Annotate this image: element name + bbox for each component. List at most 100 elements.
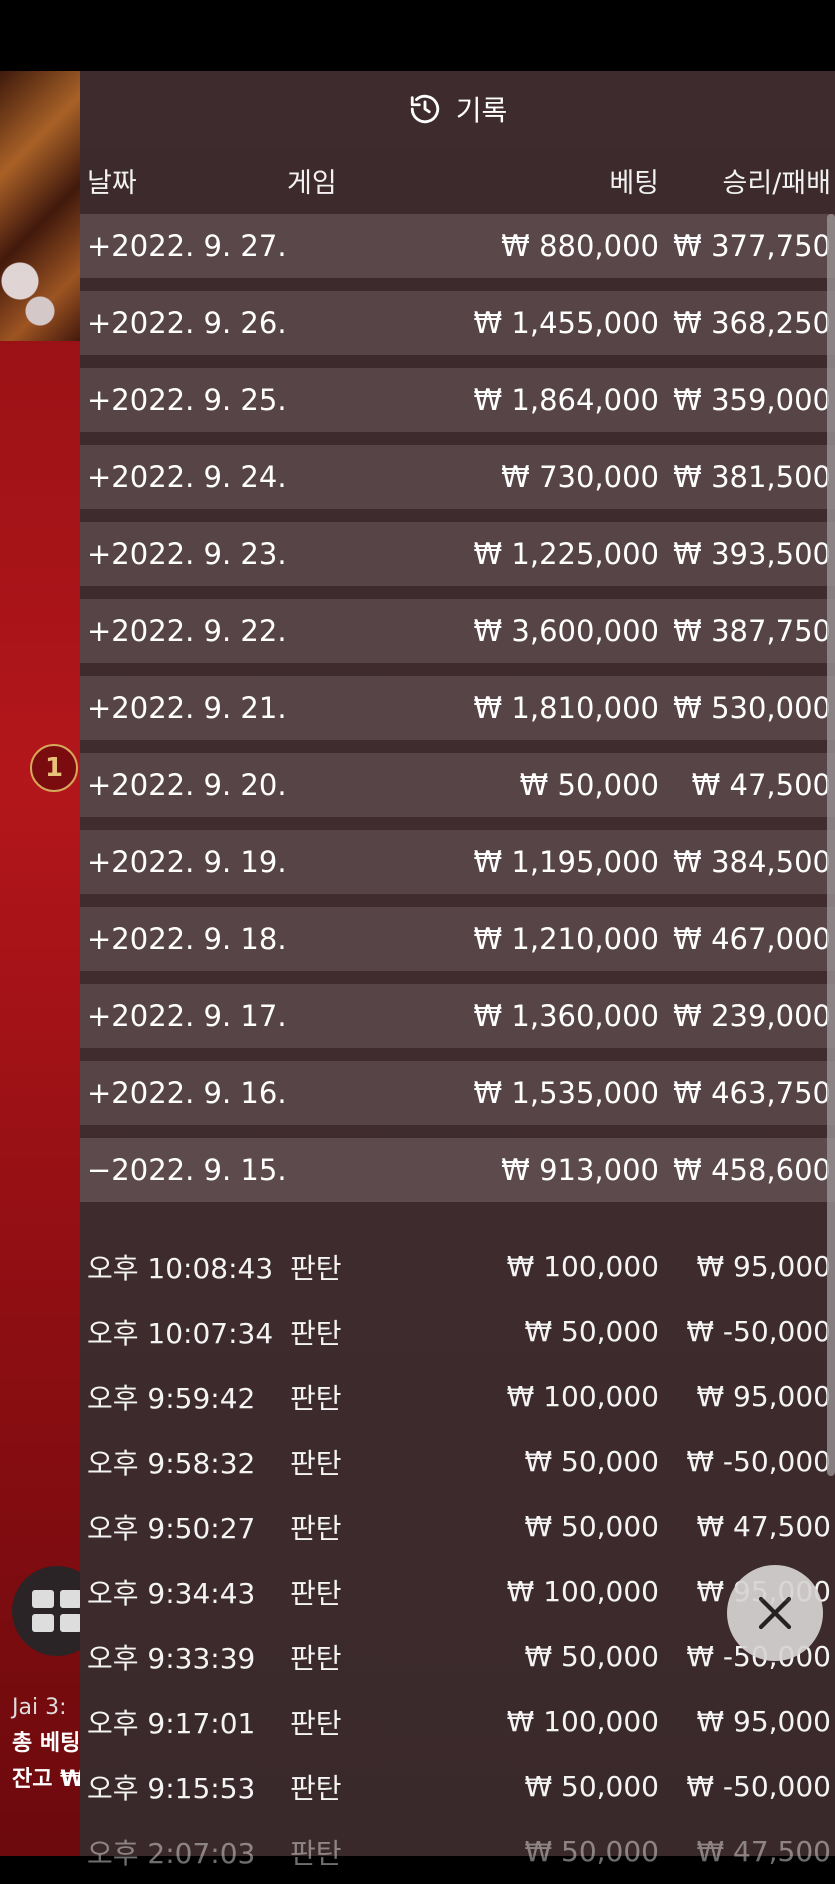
transaction-bet: ₩ 100,000 [506, 1380, 659, 1413]
transaction-win: ₩ 47,500 [696, 1510, 831, 1543]
transaction-bet: ₩ 100,000 [506, 1250, 659, 1283]
day-row[interactable]: +2022. 9. 16. ₩ 1,535,000 ₩ 463,750 [80, 1061, 835, 1125]
day-win: ₩ 384,500 [673, 845, 831, 879]
transaction-game: 판탄 [290, 1511, 342, 1545]
balance-label: 잔고 ₩ [12, 1767, 85, 1792]
day-row[interactable]: +2022. 9. 23. ₩ 1,225,000 ₩ 393,500 [80, 522, 835, 586]
day-bet: ₩ 50,000 [519, 768, 659, 802]
day-bet: ₩ 1,210,000 [473, 922, 659, 956]
day-date: +2022. 9. 17. [87, 999, 287, 1033]
transaction-row[interactable]: 오후 9:58:32 판탄 ₩ 50,000 ₩ -50,000 [80, 1429, 835, 1494]
day-win: ₩ 359,000 [673, 383, 831, 417]
panel-title: 기록 [455, 94, 508, 127]
transaction-time: 오후 9:17:01 [87, 1706, 256, 1740]
transaction-time: 오후 9:15:53 [87, 1771, 256, 1805]
day-row[interactable]: +2022. 9. 20. ₩ 50,000 ₩ 47,500 [80, 753, 835, 817]
day-row[interactable]: +2022. 9. 25. ₩ 1,864,000 ₩ 359,000 [80, 368, 835, 432]
day-row[interactable]: +2022. 9. 27. ₩ 880,000 ₩ 377,750 [80, 214, 835, 278]
transaction-row[interactable]: 오후 2:07:03 판탄 ₩ 50,000 ₩ 47,500 [80, 1819, 835, 1884]
transaction-win: ₩ 95,000 [696, 1250, 831, 1283]
day-date: +2022. 9. 22. [87, 614, 287, 648]
day-row[interactable]: +2022. 9. 19. ₩ 1,195,000 ₩ 384,500 [80, 830, 835, 894]
transaction-game: 판탄 [290, 1836, 342, 1870]
day-date: +2022. 9. 16. [87, 1076, 287, 1110]
day-win: ₩ 467,000 [673, 922, 831, 956]
day-bet: ₩ 3,600,000 [473, 614, 659, 648]
close-button[interactable] [727, 1565, 823, 1661]
transaction-game: 판탄 [290, 1641, 342, 1675]
day-win: ₩ 47,500 [691, 768, 831, 802]
panel-header: 기록 [80, 71, 835, 147]
day-win: ₩ 387,750 [673, 614, 831, 648]
transaction-game: 판탄 [290, 1706, 342, 1740]
transaction-game: 판탄 [290, 1316, 342, 1350]
transaction-win: ₩ -50,000 [686, 1445, 831, 1478]
day-bet: ₩ 913,000 [501, 1153, 659, 1187]
day-date: −2022. 9. 15. [87, 1153, 287, 1187]
day-win: ₩ 393,500 [673, 537, 831, 571]
transaction-row[interactable]: 오후 9:34:43 판탄 ₩ 100,000 ₩ 95,000 [80, 1559, 835, 1624]
transaction-win: ₩ -50,000 [686, 1315, 831, 1348]
game-info-text: Jai 3: [12, 1695, 67, 1720]
transaction-row[interactable]: 오후 9:59:42 판탄 ₩ 100,000 ₩ 95,000 [80, 1364, 835, 1429]
day-row[interactable]: +2022. 9. 26. ₩ 1,455,000 ₩ 368,250 [80, 291, 835, 355]
day-win: ₩ 381,500 [673, 460, 831, 494]
transaction-row[interactable]: 오후 10:07:34 판탄 ₩ 50,000 ₩ -50,000 [80, 1299, 835, 1364]
column-header-bet: 베팅 [609, 168, 659, 199]
column-header-date: 날짜 [87, 168, 137, 199]
day-win: ₩ 239,000 [673, 999, 831, 1033]
transaction-row[interactable]: 오후 9:50:27 판탄 ₩ 50,000 ₩ 47,500 [80, 1494, 835, 1559]
transaction-time: 오후 9:58:32 [87, 1446, 256, 1480]
transaction-game: 판탄 [290, 1381, 342, 1415]
transaction-row[interactable]: 오후 9:17:01 판탄 ₩ 100,000 ₩ 95,000 [80, 1689, 835, 1754]
transaction-time: 오후 9:33:39 [87, 1641, 256, 1675]
day-row[interactable]: +2022. 9. 17. ₩ 1,360,000 ₩ 239,000 [80, 984, 835, 1048]
day-row[interactable]: +2022. 9. 24. ₩ 730,000 ₩ 381,500 [80, 445, 835, 509]
day-date: +2022. 9. 19. [87, 845, 287, 879]
history-clock-icon [410, 94, 439, 124]
day-bet: ₩ 1,864,000 [473, 383, 659, 417]
day-row[interactable]: +2022. 9. 22. ₩ 3,600,000 ₩ 387,750 [80, 599, 835, 663]
transaction-game: 판탄 [290, 1771, 342, 1805]
day-win: ₩ 377,750 [673, 229, 831, 263]
day-bet: ₩ 1,360,000 [473, 999, 659, 1033]
transaction-bet: ₩ 100,000 [506, 1705, 659, 1738]
transaction-bet: ₩ 50,000 [524, 1445, 659, 1478]
day-bet: ₩ 1,810,000 [473, 691, 659, 725]
transaction-row[interactable]: 오후 9:15:53 판탄 ₩ 50,000 ₩ -50,000 [80, 1754, 835, 1819]
transaction-win: ₩ 47,500 [696, 1835, 831, 1868]
day-date: +2022. 9. 27. [87, 229, 287, 263]
transaction-bet: ₩ 50,000 [524, 1640, 659, 1673]
day-win: ₩ 463,750 [673, 1076, 831, 1110]
transaction-bet: ₩ 100,000 [506, 1575, 659, 1608]
transaction-time: 오후 9:34:43 [87, 1576, 256, 1610]
day-bet: ₩ 730,000 [501, 460, 659, 494]
close-icon [758, 1596, 792, 1630]
grid-icon [32, 1590, 82, 1632]
scrollbar[interactable] [827, 214, 835, 1476]
transaction-win: ₩ 95,000 [696, 1705, 831, 1738]
day-date: +2022. 9. 26. [87, 306, 287, 340]
transaction-row[interactable]: 오후 9:33:39 판탄 ₩ 50,000 ₩ -50,000 [80, 1624, 835, 1689]
transaction-win: ₩ 95,000 [696, 1380, 831, 1413]
transaction-time: 오후 10:07:34 [87, 1316, 274, 1350]
day-row[interactable]: +2022. 9. 18. ₩ 1,210,000 ₩ 467,000 [80, 907, 835, 971]
day-win: ₩ 458,600 [673, 1153, 831, 1187]
transaction-bet: ₩ 50,000 [524, 1510, 659, 1543]
transaction-game: 판탄 [290, 1576, 342, 1610]
transaction-game: 판탄 [290, 1446, 342, 1480]
day-bet: ₩ 1,195,000 [473, 845, 659, 879]
day-date: +2022. 9. 20. [87, 768, 287, 802]
history-panel: 기록 날짜 게임 베팅 승리/패배 +2022. 9. 27. ₩ 880,00… [80, 71, 835, 1870]
transaction-game: 판탄 [290, 1251, 342, 1285]
total-bet-label: 총 베팅 [12, 1731, 81, 1756]
day-row-expanded[interactable]: −2022. 9. 15. ₩ 913,000 ₩ 458,600 [80, 1138, 835, 1202]
day-date: +2022. 9. 23. [87, 537, 287, 571]
day-row[interactable]: +2022. 9. 21. ₩ 1,810,000 ₩ 530,000 [80, 676, 835, 740]
day-win: ₩ 368,250 [673, 306, 831, 340]
day-date: +2022. 9. 18. [87, 922, 287, 956]
transaction-row[interactable]: 오후 10:08:43 판탄 ₩ 100,000 ₩ 95,000 [80, 1234, 835, 1299]
transaction-bet: ₩ 50,000 [524, 1835, 659, 1868]
transaction-win: ₩ -50,000 [686, 1770, 831, 1803]
transaction-time: 오후 9:50:27 [87, 1511, 256, 1545]
